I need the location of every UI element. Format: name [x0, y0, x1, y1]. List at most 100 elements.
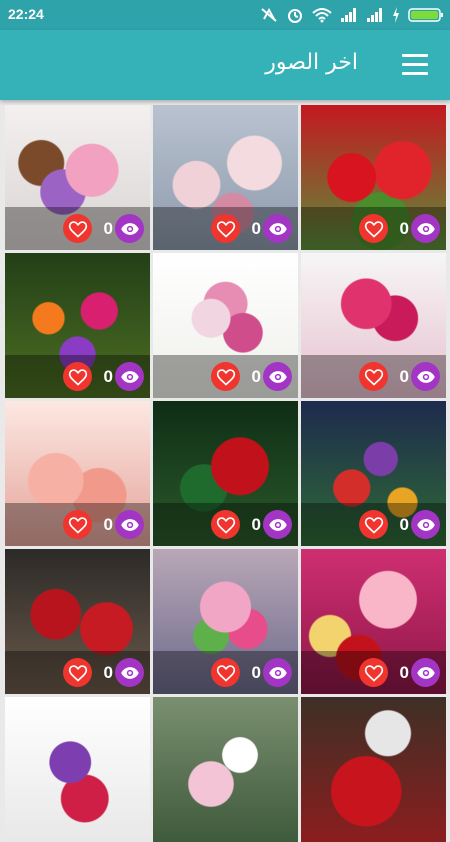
image-tile[interactable]: 0 — [301, 401, 446, 546]
image-tile[interactable]: 0 — [301, 105, 446, 250]
like-count: 0 — [399, 663, 409, 682]
view-button[interactable] — [411, 214, 440, 243]
flower-image[interactable] — [153, 697, 298, 842]
image-tile[interactable]: 0 — [153, 401, 298, 546]
eye-icon — [416, 367, 436, 387]
image-tile[interactable] — [301, 697, 446, 842]
image-tile[interactable]: 0 — [153, 549, 298, 694]
eye-icon — [120, 367, 140, 387]
status-icons — [260, 5, 444, 25]
heart-icon — [216, 515, 236, 535]
like-button[interactable] — [211, 510, 240, 539]
view-button[interactable] — [411, 510, 440, 539]
view-button[interactable] — [115, 214, 144, 243]
eye-icon — [120, 219, 140, 239]
signal-icon — [341, 8, 356, 22]
like-count: 0 — [103, 219, 113, 238]
like-button[interactable] — [63, 214, 92, 243]
eye-icon — [416, 663, 436, 683]
view-button[interactable] — [411, 658, 440, 687]
like-button[interactable] — [359, 362, 388, 391]
status-bar: 22:24 — [0, 0, 450, 30]
image-tile[interactable]: 0 — [5, 401, 150, 546]
eye-icon — [416, 219, 436, 239]
hamburger-menu-icon[interactable] — [402, 54, 428, 76]
battery-icon — [408, 8, 443, 22]
view-button[interactable] — [263, 658, 292, 687]
flower-image[interactable] — [5, 697, 150, 842]
like-count: 0 — [103, 663, 113, 682]
alarm-icon — [288, 9, 302, 23]
like-button[interactable] — [63, 510, 92, 539]
heart-icon — [364, 663, 384, 683]
like-count: 0 — [103, 367, 113, 386]
like-button[interactable] — [63, 658, 92, 687]
image-action-bar: 0 — [5, 503, 150, 546]
like-button[interactable] — [211, 658, 240, 687]
image-tile[interactable]: 0 — [301, 253, 446, 398]
like-count: 0 — [251, 367, 261, 386]
view-button[interactable] — [115, 658, 144, 687]
heart-icon — [68, 367, 88, 387]
wifi-icon — [312, 8, 332, 23]
like-button[interactable] — [211, 362, 240, 391]
image-action-bar: 0 — [5, 651, 150, 694]
view-button[interactable] — [263, 214, 292, 243]
image-tile[interactable] — [153, 697, 298, 842]
page-title: اخر الصور — [265, 50, 358, 75]
image-tile[interactable] — [5, 697, 150, 842]
heart-icon — [364, 219, 384, 239]
eye-icon — [268, 663, 288, 683]
image-tile[interactable]: 0 — [153, 105, 298, 250]
image-action-bar: 0 — [153, 651, 298, 694]
image-tile[interactable]: 0 — [5, 549, 150, 694]
like-button[interactable] — [359, 510, 388, 539]
status-time: 22:24 — [8, 6, 44, 22]
heart-icon — [216, 219, 236, 239]
image-action-bar: 0 — [5, 207, 150, 250]
like-count: 0 — [251, 663, 261, 682]
eye-icon — [416, 515, 436, 535]
like-button[interactable] — [359, 214, 388, 243]
heart-icon — [364, 515, 384, 535]
charging-icon — [393, 7, 399, 23]
like-count: 0 — [251, 219, 261, 238]
image-tile[interactable]: 0 — [153, 253, 298, 398]
image-action-bar: 0 — [153, 503, 298, 546]
heart-icon — [216, 367, 236, 387]
heart-icon — [216, 663, 236, 683]
eye-icon — [268, 367, 288, 387]
image-tile[interactable]: 0 — [301, 549, 446, 694]
like-count: 0 — [399, 219, 409, 238]
heart-icon — [364, 367, 384, 387]
image-action-bar: 0 — [153, 355, 298, 398]
view-button[interactable] — [115, 362, 144, 391]
image-action-bar: 0 — [301, 207, 446, 250]
image-tile[interactable]: 0 — [5, 105, 150, 250]
image-action-bar: 0 — [301, 503, 446, 546]
heart-icon — [68, 219, 88, 239]
app-bar: اخر الصور — [0, 30, 450, 100]
view-button[interactable] — [115, 510, 144, 539]
eye-icon — [268, 219, 288, 239]
image-action-bar: 0 — [5, 355, 150, 398]
view-button[interactable] — [263, 362, 292, 391]
image-tile[interactable]: 0 — [5, 253, 150, 398]
like-count: 0 — [399, 515, 409, 534]
view-button[interactable] — [263, 510, 292, 539]
like-count: 0 — [103, 515, 113, 534]
eye-icon — [268, 515, 288, 535]
like-button[interactable] — [63, 362, 92, 391]
like-button[interactable] — [211, 214, 240, 243]
eye-icon — [120, 663, 140, 683]
heart-icon — [68, 515, 88, 535]
heart-icon — [68, 663, 88, 683]
data-off-icon — [261, 7, 277, 22]
signal-icon — [367, 8, 382, 22]
image-action-bar: 0 — [301, 651, 446, 694]
like-button[interactable] — [359, 658, 388, 687]
eye-icon — [120, 515, 140, 535]
flower-image[interactable] — [301, 697, 446, 842]
like-count: 0 — [251, 515, 261, 534]
view-button[interactable] — [411, 362, 440, 391]
